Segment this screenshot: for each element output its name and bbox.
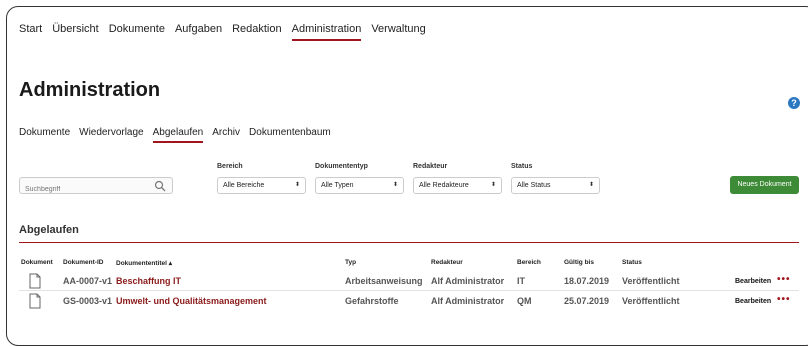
search-field — [19, 177, 173, 197]
filter-label-status: Status — [511, 163, 533, 170]
select-redakteur-value: Alle Redakteure — [419, 182, 469, 189]
nav-redaktion[interactable]: Redaktion — [232, 23, 282, 39]
cell-status: Veröffentlicht — [622, 296, 680, 306]
cell-bereich: QM — [517, 296, 532, 306]
help-icon[interactable]: ? — [788, 97, 800, 109]
nav-start[interactable]: Start — [19, 23, 42, 39]
col-header-typ[interactable]: Typ — [345, 259, 356, 266]
cell-bereich: IT — [517, 276, 525, 286]
more-options-icon[interactable]: ••• — [777, 274, 791, 285]
tab-archiv[interactable]: Archiv — [212, 127, 240, 138]
tab-dokumentenbaum[interactable]: Dokumentenbaum — [249, 127, 331, 138]
document-title-link[interactable]: Beschaffung IT — [116, 276, 181, 286]
cell-id: AA-0007-v1 — [63, 276, 113, 286]
document-icon[interactable] — [29, 273, 41, 289]
select-dokumententyp-value: Alle Typen — [321, 182, 354, 189]
sub-navigation: Dokumente Wiedervorlage Abgelaufen Archi… — [19, 127, 340, 143]
cell-gueltig: 18.07.2019 — [564, 276, 610, 286]
select-bereich[interactable]: Alle Bereiche ⬍ — [217, 177, 306, 194]
updown-arrow-icon: ⬍ — [294, 182, 300, 188]
updown-arrow-icon: ⬍ — [588, 182, 594, 188]
col-header-dokument: Dokument — [21, 259, 53, 266]
page-title: Administration — [19, 79, 161, 101]
select-bereich-value: Alle Bereiche — [223, 182, 265, 189]
cell-redakteur: Alf Administrator — [431, 276, 505, 286]
section-title: Abgelaufen — [19, 224, 79, 236]
app-window: Start Übersicht Dokumente Aufgaben Redak… — [6, 6, 808, 346]
cell-gueltig: 25.07.2019 — [564, 296, 610, 306]
table-row: AA-0007-v1 Beschaffung IT Arbeitsanweisu… — [19, 273, 799, 291]
updown-arrow-icon: ⬍ — [490, 182, 496, 188]
cell-redakteur: Alf Administrator — [431, 296, 505, 306]
nav-aufgaben[interactable]: Aufgaben — [175, 23, 222, 39]
edit-button[interactable]: Bearbeiten — [735, 298, 771, 305]
cell-typ: Arbeitsanweisung — [345, 276, 423, 286]
section-divider — [19, 242, 799, 243]
select-status[interactable]: Alle Status ⬍ — [511, 177, 600, 194]
col-header-redakteur[interactable]: Redakteur — [431, 259, 463, 266]
filter-label-bereich: Bereich — [217, 163, 243, 170]
cell-id: GS-0003-v1 — [63, 296, 113, 306]
col-header-bereich[interactable]: Bereich — [517, 259, 541, 266]
col-header-id[interactable]: Dokument-ID — [63, 259, 103, 266]
tab-dokumente[interactable]: Dokumente — [19, 127, 70, 138]
updown-arrow-icon: ⬍ — [392, 182, 398, 188]
search-icon[interactable] — [154, 180, 166, 192]
select-dokumententyp[interactable]: Alle Typen ⬍ — [315, 177, 404, 194]
edit-button[interactable]: Bearbeiten — [735, 278, 771, 285]
tab-wiedervorlage[interactable]: Wiedervorlage — [79, 127, 143, 138]
cell-status: Veröffentlicht — [622, 276, 680, 286]
cell-typ: Gefahrstoffe — [345, 296, 399, 306]
nav-dokumente[interactable]: Dokumente — [109, 23, 165, 39]
col-header-title[interactable]: Dokumententitel ▴ — [116, 259, 172, 267]
document-title-link[interactable]: Umwelt- und Qualitätsmanagement — [116, 296, 267, 306]
filter-label-dokumententyp: Dokumententyp — [315, 163, 368, 170]
tab-abgelaufen[interactable]: Abgelaufen — [152, 127, 203, 143]
top-navigation: Start Übersicht Dokumente Aufgaben Redak… — [19, 23, 436, 41]
new-document-button[interactable]: Neues Dokument — [730, 176, 799, 194]
more-options-icon[interactable]: ••• — [777, 294, 791, 305]
nav-verwaltung[interactable]: Verwaltung — [371, 23, 425, 39]
nav-administration[interactable]: Administration — [291, 23, 361, 41]
col-header-gueltig[interactable]: Gültig bis — [564, 259, 594, 266]
document-icon[interactable] — [29, 293, 41, 309]
col-header-status[interactable]: Status — [622, 259, 642, 266]
nav-uebersicht[interactable]: Übersicht — [52, 23, 98, 39]
select-redakteur[interactable]: Alle Redakteure ⬍ — [413, 177, 502, 194]
select-status-value: Alle Status — [517, 182, 551, 189]
search-input[interactable] — [20, 182, 148, 197]
table-row: GS-0003-v1 Umwelt- und Qualitätsmanageme… — [19, 293, 799, 311]
filter-label-redakteur: Redakteur — [413, 163, 448, 170]
